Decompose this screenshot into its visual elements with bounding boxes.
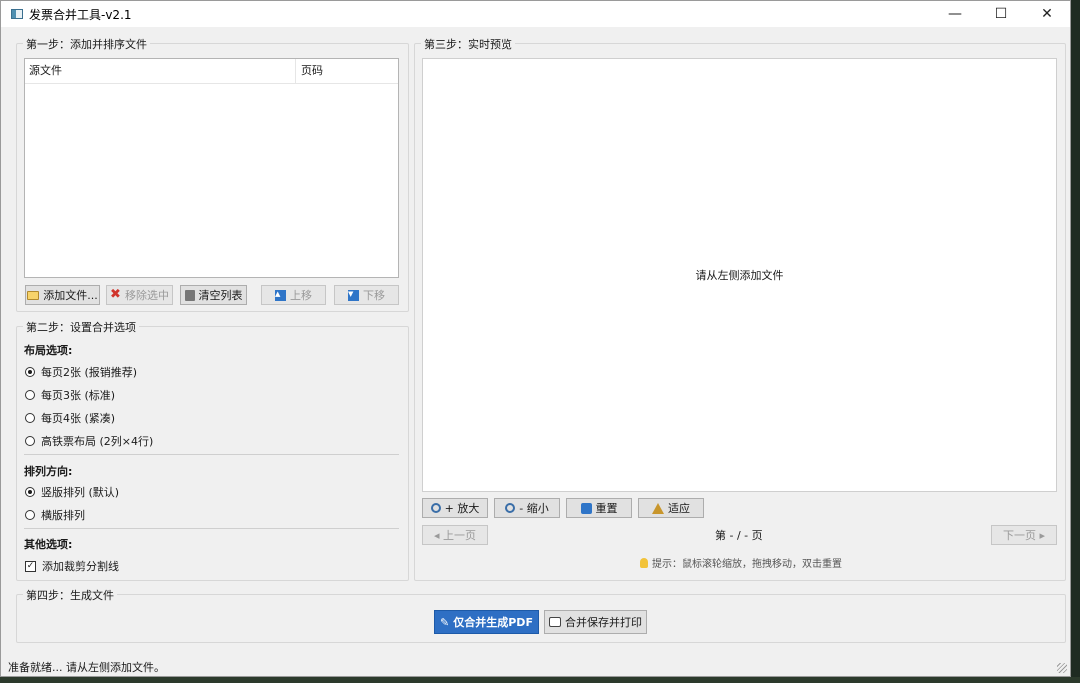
reset-button[interactable]: 重置 xyxy=(566,498,632,518)
trash-icon xyxy=(184,289,195,301)
radio-button[interactable] xyxy=(25,390,35,400)
preview-area[interactable]: 请从左侧添加文件 xyxy=(422,58,1057,492)
zoom-in-icon xyxy=(430,503,441,513)
column-header-source[interactable]: 源文件 xyxy=(25,59,296,83)
file-list[interactable]: 源文件 页码 xyxy=(24,58,399,278)
divider xyxy=(24,454,399,455)
radio-button[interactable] xyxy=(25,367,35,377)
radio-button[interactable] xyxy=(25,436,35,446)
orientation-option-vertical[interactable]: 竖版排列 (默认) xyxy=(25,484,119,500)
fit-button[interactable]: 适应 xyxy=(638,498,704,518)
move-up-button[interactable]: ▲ 上移 xyxy=(261,285,326,305)
zoom-in-label: + 放大 xyxy=(444,502,480,515)
next-page-button[interactable]: 下一页 ▸ xyxy=(991,525,1057,545)
desktop-background-bottom xyxy=(0,677,1080,683)
arrow-up-icon: ▲ xyxy=(275,289,286,301)
layout-option-label: 高铁票布局 (2列×4行) xyxy=(41,435,154,448)
zoom-in-button[interactable]: + 放大 xyxy=(422,498,488,518)
radio-button[interactable] xyxy=(25,487,35,497)
step3-title: 第三步：实时预览 xyxy=(421,36,515,52)
radio-button[interactable] xyxy=(25,510,35,520)
column-header-page[interactable]: 页码 xyxy=(296,59,323,83)
lightbulb-icon xyxy=(640,557,648,568)
layout-option-2-per-page[interactable]: 每页2张 (报销推荐) xyxy=(25,364,137,380)
minimize-button[interactable]: — xyxy=(932,1,978,27)
add-files-button[interactable]: 添加文件... xyxy=(25,285,100,305)
reset-icon xyxy=(580,502,592,514)
layout-option-label: 每页2张 (报销推荐) xyxy=(41,366,138,379)
other-options-label: 其他选项: xyxy=(24,538,73,551)
title-bar: 发票合并工具-v2.1 — ☐ ✕ xyxy=(1,1,1070,27)
orientation-label: 排列方向: xyxy=(24,465,73,478)
remove-selected-label: 移除选中 xyxy=(124,289,169,302)
move-down-button[interactable]: ▼ 下移 xyxy=(334,285,399,305)
save-print-label: 合并保存并打印 xyxy=(565,616,642,629)
step4-title: 第四步：生成文件 xyxy=(23,587,117,603)
move-down-label: 下移 xyxy=(363,289,385,302)
merge-pdf-button[interactable]: ✎ 仅合并生成PDF xyxy=(434,610,539,634)
layout-options-label: 布局选项: xyxy=(24,344,73,357)
app-icon xyxy=(11,9,23,19)
status-text: 准备就绪... 请从左侧添加文件。 xyxy=(8,661,165,674)
remove-icon: ✖ xyxy=(110,287,121,302)
layout-option-label: 每页4张 (紧凑) xyxy=(41,412,116,425)
printer-icon xyxy=(549,617,561,627)
clear-list-label: 清空列表 xyxy=(198,289,243,302)
divider xyxy=(24,528,399,529)
zoom-out-icon xyxy=(505,503,516,513)
save-print-button[interactable]: 合并保存并打印 xyxy=(544,610,647,634)
merge-pdf-label: 仅合并生成PDF xyxy=(453,616,533,629)
prev-page-button[interactable]: ◂ 上一页 xyxy=(422,525,488,545)
ruler-icon xyxy=(652,502,664,514)
fit-label: 适应 xyxy=(668,502,690,515)
layout-option-4-per-page[interactable]: 每页4张 (紧凑) xyxy=(25,410,115,426)
page-indicator: 第 - / - 页 xyxy=(715,529,763,542)
layout-option-train-ticket[interactable]: 高铁票布局 (2列×4行) xyxy=(25,433,153,449)
app-window: 发票合并工具-v2.1 — ☐ ✕ 第一步：添加并排序文件 源文件 页码 添加文… xyxy=(0,0,1071,677)
pen-icon: ✎ xyxy=(440,615,450,629)
step4-group: 第四步：生成文件 xyxy=(16,587,1066,643)
checkbox[interactable]: ✓ xyxy=(25,560,36,572)
add-files-label: 添加文件... xyxy=(43,289,98,302)
window-controls: — ☐ ✕ xyxy=(932,1,1070,27)
step2-title: 第二步：设置合并选项 xyxy=(23,319,139,335)
preview-tip: 提示：鼠标滚轮缩放，拖拽移动，双击重置 xyxy=(640,555,842,570)
move-up-label: 上移 xyxy=(290,289,312,302)
resize-grip-icon[interactable] xyxy=(1057,663,1067,673)
file-list-header: 源文件 页码 xyxy=(25,59,398,84)
layout-option-label: 每页3张 (标准) xyxy=(41,389,116,402)
arrow-down-icon: ▼ xyxy=(348,289,359,301)
folder-icon xyxy=(27,290,40,300)
reset-label: 重置 xyxy=(595,502,618,515)
close-button[interactable]: ✕ xyxy=(1024,1,1070,27)
radio-button[interactable] xyxy=(25,413,35,423)
tip-text: 提示：鼠标滚轮缩放，拖拽移动，双击重置 xyxy=(652,559,842,570)
preview-placeholder: 请从左侧添加文件 xyxy=(695,269,784,282)
layout-option-3-per-page[interactable]: 每页3张 (标准) xyxy=(25,387,115,403)
clear-list-button[interactable]: 清空列表 xyxy=(180,285,247,305)
orientation-option-horizontal[interactable]: 横版排列 xyxy=(25,507,85,523)
remove-selected-button[interactable]: ✖ 移除选中 xyxy=(106,285,173,305)
orientation-option-label: 竖版排列 (默认) xyxy=(41,486,120,499)
zoom-out-button[interactable]: - 缩小 xyxy=(494,498,560,518)
zoom-out-label: - 缩小 xyxy=(519,502,549,515)
status-bar: 准备就绪... 请从左侧添加文件。 xyxy=(1,656,1070,676)
window-title: 发票合并工具-v2.1 xyxy=(29,7,132,22)
orientation-option-label: 横版排列 xyxy=(41,509,85,522)
step1-title: 第一步：添加并排序文件 xyxy=(23,36,150,52)
maximize-button[interactable]: ☐ xyxy=(978,1,1024,27)
desktop-background-right xyxy=(1071,0,1080,683)
cut-line-option[interactable]: ✓ 添加裁剪分割线 xyxy=(25,558,119,574)
cut-line-label: 添加裁剪分割线 xyxy=(42,560,119,573)
